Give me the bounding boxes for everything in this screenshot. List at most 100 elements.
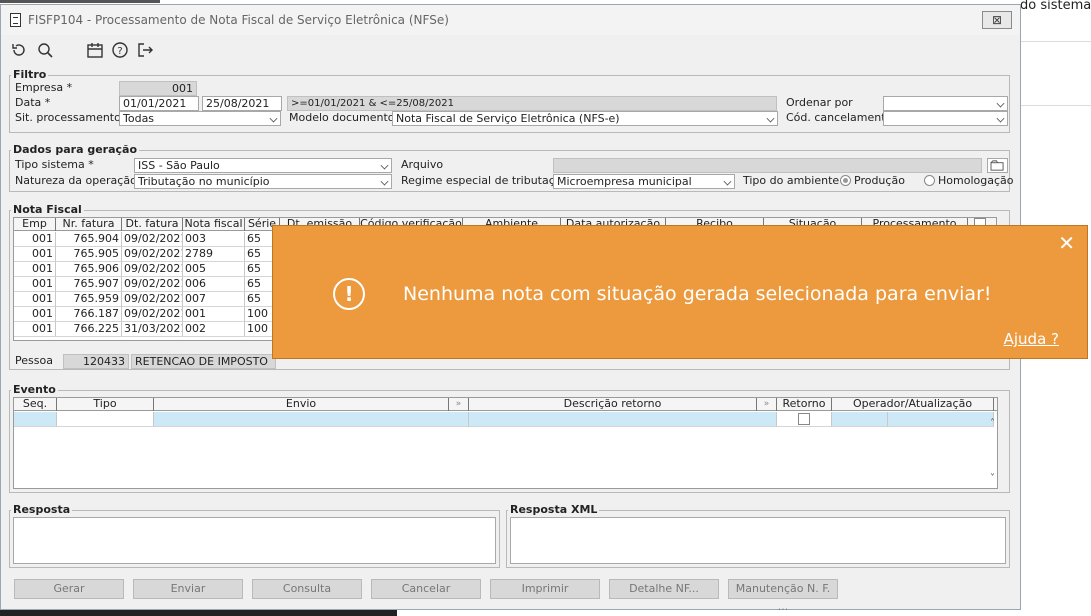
- background-strip: [0, 0, 160, 3]
- table-cell[interactable]: 09/02/2021: [122, 307, 183, 322]
- column-header[interactable]: Dt. fatura: [122, 218, 183, 231]
- pessoa-code-field[interactable]: 120433: [63, 354, 129, 369]
- table-cell[interactable]: 09/02/2021: [122, 247, 183, 262]
- table-cell[interactable]: [777, 412, 832, 427]
- scroll-down-icon[interactable]: ˅: [990, 473, 995, 484]
- cod-cancelamento-select[interactable]: [883, 111, 1008, 126]
- table-cell[interactable]: 765.906: [56, 262, 122, 277]
- table-cell[interactable]: 007: [183, 292, 245, 307]
- table-cell[interactable]: 001: [14, 292, 56, 307]
- background-divider: [1020, 41, 1091, 42]
- refresh-icon[interactable]: [10, 41, 28, 59]
- homologacao-label: Homologação: [938, 174, 1014, 187]
- table-cell[interactable]: 765.959: [56, 292, 122, 307]
- table-cell[interactable]: 09/02/2021: [122, 292, 183, 307]
- empresa-field[interactable]: 001: [119, 81, 197, 96]
- close-icon[interactable]: ✕: [1058, 233, 1075, 253]
- table-row[interactable]: 001 766.187 09/02/2021 001 100: [14, 307, 280, 322]
- tipo-sistema-select[interactable]: ISS - São Paulo: [134, 158, 392, 173]
- resposta-textarea[interactable]: [13, 517, 496, 564]
- background-divider: [1020, 105, 1091, 106]
- column-header[interactable]: Envio: [154, 398, 449, 411]
- column-header[interactable]: Seq.: [14, 398, 57, 411]
- column-header[interactable]: Emp: [14, 218, 56, 231]
- table-row[interactable]: 001 765.907 09/02/2021 006 65: [14, 277, 280, 292]
- folder-icon[interactable]: [987, 158, 1008, 173]
- table-cell[interactable]: [469, 412, 777, 427]
- help-link[interactable]: Ajuda ?: [1004, 330, 1059, 348]
- table-cell[interactable]: 002: [183, 322, 245, 337]
- scroll-up-icon[interactable]: ˄: [990, 418, 995, 429]
- arquivo-field[interactable]: [553, 158, 982, 173]
- table-cell[interactable]: [14, 412, 57, 427]
- data-fim-field[interactable]: 25/08/2021: [202, 96, 282, 111]
- cancelar-button[interactable]: Cancelar: [371, 579, 481, 599]
- column-header[interactable]: Descrição retorno: [469, 398, 757, 411]
- exit-icon[interactable]: [136, 41, 154, 59]
- help-icon[interactable]: ?: [111, 41, 129, 59]
- table-cell[interactable]: 001: [14, 262, 56, 277]
- table-cell[interactable]: 006: [183, 277, 245, 292]
- gerar-button[interactable]: Gerar: [14, 579, 124, 599]
- producao-radio[interactable]: [840, 175, 851, 186]
- detalhe-nf-button[interactable]: Detalhe NF...: [609, 579, 719, 599]
- resposta-xml-textarea[interactable]: [510, 517, 1006, 564]
- chevron-down-icon: [996, 99, 1005, 108]
- table-cell[interactable]: 09/02/2021: [122, 232, 183, 247]
- table-cell[interactable]: [154, 412, 469, 427]
- ordenar-por-select[interactable]: [883, 96, 1008, 111]
- window-title: FISFP104 - Processamento de Nota Fiscal …: [28, 13, 449, 27]
- retorno-checkbox[interactable]: [798, 413, 810, 425]
- table-cell[interactable]: 765.904: [56, 232, 122, 247]
- table-cell[interactable]: 001: [14, 232, 56, 247]
- regime-especial-label: Regime especial de tributação: [401, 174, 569, 187]
- table-cell[interactable]: 001: [14, 307, 56, 322]
- column-header[interactable]: Nota fiscal: [183, 218, 245, 231]
- consulta-button[interactable]: Consulta: [252, 579, 362, 599]
- column-header[interactable]: Tipo: [57, 398, 154, 411]
- data-expression: >=01/01/2021 & <=25/08/2021: [287, 96, 777, 111]
- table-cell[interactable]: 765.905: [56, 247, 122, 262]
- table-cell[interactable]: 001: [183, 307, 245, 322]
- homologacao-radio[interactable]: [924, 175, 935, 186]
- window-close-button[interactable]: ⊠: [982, 11, 1012, 29]
- table-cell[interactable]: 001: [14, 322, 56, 337]
- column-header[interactable]: Retorno: [777, 398, 832, 411]
- table-cell[interactable]: 766.225: [56, 322, 122, 337]
- table-row[interactable]: 001 765.906 09/02/2021 005 65: [14, 262, 280, 277]
- table-cell[interactable]: 001: [14, 247, 56, 262]
- natureza-operacao-select[interactable]: Tributação no município: [134, 174, 392, 189]
- column-header[interactable]: Operador/Atualização: [832, 398, 994, 411]
- table-cell[interactable]: [832, 412, 888, 427]
- table-cell[interactable]: [888, 412, 994, 427]
- enviar-button[interactable]: Enviar: [133, 579, 243, 599]
- modelo-documento-select[interactable]: Nota Fiscal de Serviço Eletrônica (NFS-e…: [392, 111, 778, 126]
- table-row[interactable]: 001 765.905 09/02/2021 2789 65: [14, 247, 280, 262]
- arquivo-label: Arquivo: [401, 158, 444, 171]
- table-row[interactable]: 001 766.225 31/03/2021 002 100: [14, 322, 280, 337]
- table-cell[interactable]: 005: [183, 262, 245, 277]
- table-cell[interactable]: 09/02/2021: [122, 277, 183, 292]
- sort-icon[interactable]: »: [757, 398, 777, 411]
- imprimir-button[interactable]: Imprimir: [490, 579, 600, 599]
- table-cell[interactable]: 09/02/2021: [122, 262, 183, 277]
- table-row[interactable]: 001 765.959 09/02/2021 007 65: [14, 292, 280, 307]
- regime-especial-select[interactable]: Microempresa municipal: [553, 174, 735, 189]
- table-row[interactable]: [14, 412, 997, 427]
- table-row[interactable]: 001 765.904 09/02/2021 003 65: [14, 232, 280, 247]
- table-cell[interactable]: 766.187: [56, 307, 122, 322]
- table-cell[interactable]: 765.907: [56, 277, 122, 292]
- manutencao-nf-button[interactable]: Manutenção N. F. ...: [728, 579, 838, 613]
- table-cell[interactable]: 2789: [183, 247, 245, 262]
- column-header[interactable]: Nr. fatura: [56, 218, 122, 231]
- sit-processamento-select[interactable]: Todas: [119, 111, 281, 126]
- sort-icon[interactable]: »: [449, 398, 469, 411]
- calendar-icon[interactable]: [86, 41, 104, 59]
- table-cell[interactable]: [57, 412, 154, 427]
- table-cell[interactable]: 001: [14, 277, 56, 292]
- toolbar: ?: [1, 37, 1020, 63]
- search-icon[interactable]: [36, 41, 54, 59]
- data-inicio-field[interactable]: 01/01/2021: [119, 96, 199, 111]
- table-cell[interactable]: 003: [183, 232, 245, 247]
- table-cell[interactable]: 31/03/2021: [122, 322, 183, 337]
